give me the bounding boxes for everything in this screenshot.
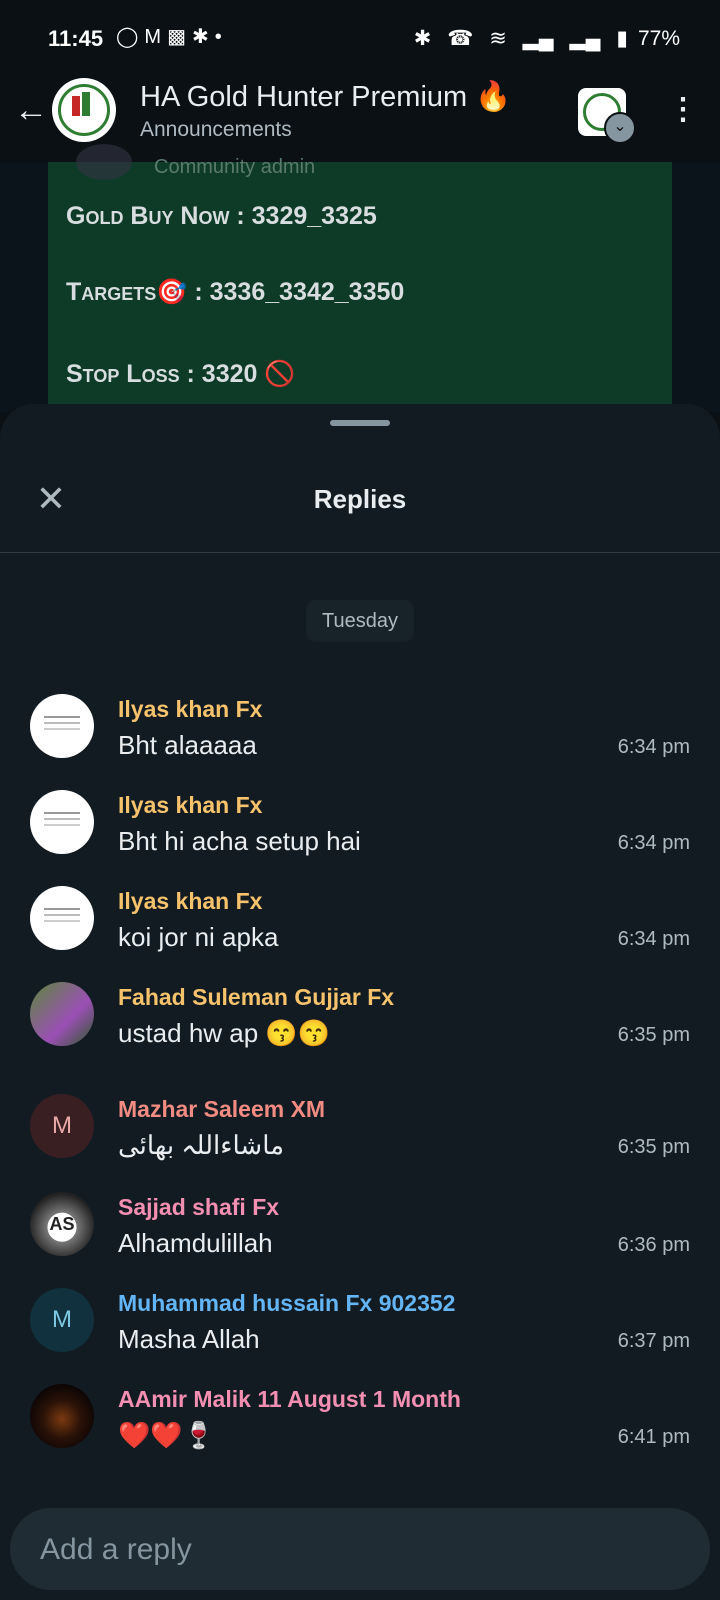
avatar[interactable] [30, 886, 94, 950]
reply-item[interactable]: M Muhammad hussain Fx 902352 Masha Allah 6:… [0, 1288, 720, 1384]
admin-role-label: Community admin [154, 156, 316, 178]
reply-time: 6:34 pm [617, 832, 690, 854]
reply-author[interactable]: Muhammad hussain Fx 902352 [118, 1290, 455, 1317]
battery-icon: ▮ [616, 27, 628, 50]
bluetooth-icon: ✱ [413, 27, 432, 50]
reply-author[interactable]: Ilyas khan Fx [118, 696, 262, 723]
reply-input[interactable] [38, 1508, 682, 1592]
reply-item[interactable]: AS Sajjad shafi Fx Alhamdulillah 6:36 pm [0, 1192, 720, 1288]
reply-text: Masha Allah [118, 1324, 260, 1354]
reply-author[interactable]: Ilyas khan Fx [118, 792, 262, 819]
date-chip: Tuesday [306, 600, 414, 642]
more-options-icon[interactable]: ⋮ [668, 90, 698, 130]
reply-item[interactable]: Fahad Suleman Gujjar Fx ustad hw ap 😙😙 6:3… [0, 982, 720, 1078]
reply-author[interactable]: Fahad Suleman Gujjar Fx [118, 984, 394, 1011]
group-subtitle[interactable]: Announcements [140, 118, 292, 142]
reply-text: Bht hi acha setup hai [118, 826, 361, 856]
reply-text: koi jor ni apka [118, 922, 279, 952]
snapchat-icon: ◯ [116, 26, 145, 48]
avatar[interactable]: M [30, 1094, 94, 1158]
app-icon: ✱ [191, 26, 215, 48]
drag-handle[interactable] [330, 420, 390, 426]
avatar[interactable]: AS [30, 1192, 94, 1256]
message-line-stoploss: Stop Loss : 3320 🚫 [66, 360, 296, 388]
reply-time: 6:34 pm [617, 928, 690, 950]
avatar[interactable]: M [30, 1288, 94, 1352]
message-line-targets: Targets🎯 : 3336_3342_3350 [66, 278, 405, 306]
reply-author[interactable]: Ilyas khan Fx [118, 888, 262, 915]
dot-icon: • [214, 26, 228, 48]
gmail-icon: M [144, 26, 168, 48]
reply-text: ❤️❤️🍷 [118, 1420, 216, 1450]
reply-input-bar [10, 1508, 710, 1592]
reply-time: 6:37 pm [617, 1330, 690, 1352]
reply-item[interactable]: Ilyas khan Fx Bht alaaaaa 6:34 pm [0, 694, 720, 790]
avatar[interactable] [30, 694, 94, 758]
system-icons: ✱ ☎ ≋ ▂▄ ▂▄ ▮ 77% [404, 26, 680, 51]
wifi-calling-icon: ☎ [447, 27, 474, 50]
reply-author[interactable]: Sajjad shafi Fx [118, 1194, 279, 1221]
chevron-down-icon[interactable]: ⌄ [604, 112, 636, 144]
avatar[interactable] [30, 982, 94, 1046]
back-arrow-icon[interactable]: ← [14, 90, 54, 130]
reply-text: ustad hw ap 😙😙 [118, 1018, 331, 1048]
reply-item[interactable]: M Mazhar Saleem XM ماشاءاللہ بھائی 6:35 pm [0, 1094, 720, 1190]
reply-time: 6:41 pm [617, 1426, 690, 1448]
sheet-title: Replies [313, 484, 407, 514]
signal-icon-2: ▂▄ [569, 27, 601, 50]
admin-avatar [76, 144, 132, 180]
reply-text: Bht alaaaaa [118, 730, 257, 760]
message-line-buy: Gold Buy Now : 3329_3325 [66, 202, 377, 230]
wifi-icon: ≋ [489, 27, 507, 50]
divider [0, 552, 720, 553]
reply-time: 6:34 pm [617, 736, 690, 758]
reply-text: ماشاءاللہ بھائی [118, 1130, 285, 1160]
status-bar: 11:45 ◯M▩✱• ✱ ☎ ≋ ▂▄ ▂▄ ▮ 77% [0, 0, 720, 80]
reply-time: 6:35 pm [617, 1024, 690, 1046]
reply-author[interactable]: AAmir Malik 11 August 1 Month [118, 1386, 461, 1413]
reply-time: 6:35 pm [617, 1136, 690, 1158]
sim-icon: ▩ [167, 26, 192, 48]
reply-item[interactable]: Ilyas khan Fx koi jor ni apka 6:34 pm [0, 886, 720, 982]
reply-author[interactable]: Mazhar Saleem XM [118, 1096, 325, 1123]
status-time: 11:45 [48, 26, 104, 51]
avatar[interactable] [30, 790, 94, 854]
avatar[interactable] [30, 1384, 94, 1448]
group-avatar[interactable] [52, 78, 116, 142]
reply-item[interactable]: AAmir Malik 11 August 1 Month ❤️❤️🍷 6:41 p… [0, 1384, 720, 1480]
battery-level: 77% [637, 27, 680, 50]
reply-item[interactable]: Ilyas khan Fx Bht hi acha setup hai 6:34 p… [0, 790, 720, 886]
notification-icons: ◯M▩✱• [116, 24, 228, 49]
group-title[interactable]: HA Gold Hunter Premium 🔥 [140, 80, 511, 114]
reply-text: Alhamdulillah [118, 1228, 273, 1258]
reply-time: 6:36 pm [617, 1234, 690, 1256]
signal-icon: ▂▄ [522, 27, 554, 50]
